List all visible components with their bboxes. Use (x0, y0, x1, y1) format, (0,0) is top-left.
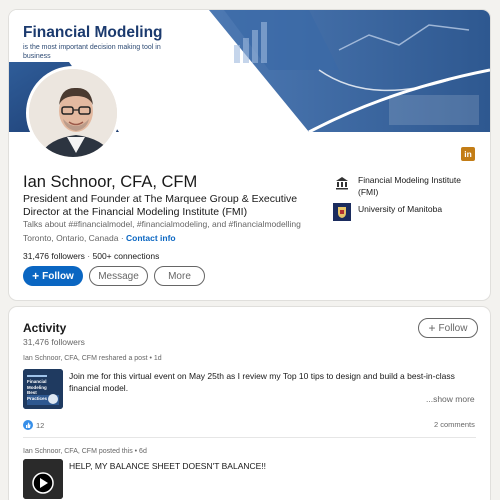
connections-count[interactable]: 500+ connections (92, 251, 159, 261)
profile-headline: President and Founder at The Marquee Gro… (23, 193, 298, 218)
post-divider (23, 437, 476, 438)
message-button[interactable]: Message (89, 266, 148, 286)
fmi-logo-icon (333, 174, 351, 192)
org-name-university: University of Manitoba (358, 204, 443, 214)
show-more-link[interactable]: ...show more (426, 394, 475, 404)
followers-count[interactable]: 31,476 followers (23, 251, 85, 261)
comments-count[interactable]: 2 comments (434, 420, 475, 429)
contact-info-link[interactable]: Contact info (126, 233, 176, 243)
more-button[interactable]: More (154, 266, 205, 286)
plus-icon: + (32, 269, 40, 283)
university-shield-icon (333, 203, 351, 221)
avatar-portrait (29, 69, 117, 157)
org-name-fmi: Financial Modeling Institute (FMI) (358, 175, 462, 197)
post-text: HELP, MY BALANCE SHEET DOESN'T BALANCE!! (69, 461, 267, 471)
post-author[interactable]: Ian Schnoor, CFA, CFM (23, 448, 97, 455)
thumbnail-title: Financial Modeling Best Practices (27, 379, 48, 401)
reaction-count: 12 (36, 420, 45, 430)
profile-name: Ian Schnoor, CFA, CFM (23, 173, 198, 191)
video-thumbnail[interactable] (23, 459, 63, 499)
profile-location: Toronto, Ontario, Canada (23, 233, 119, 243)
follow-button-label: Follow (42, 270, 74, 282)
profile-card: Financial Modeling is the most important… (9, 10, 490, 300)
banner-title: Financial Modeling (23, 24, 163, 41)
activity-card: Activity 31,476 followers + Follow Ian S… (9, 307, 490, 500)
activity-follow-button[interactable]: + Follow (418, 318, 478, 338)
profile-location-line: Toronto, Ontario, Canada · Contact info (23, 233, 176, 243)
plus-icon: + (428, 321, 436, 335)
profile-talks-about: Talks about ##financialmodel, #financial… (23, 219, 301, 229)
banner-subtitle: is the most important decision making to… (23, 44, 161, 60)
post-meta: Ian Schnoor, CFA, CFM posted this • 6d (23, 448, 147, 455)
org-education[interactable]: University of Manitoba (333, 203, 478, 221)
follow-button[interactable]: + Follow (23, 266, 83, 286)
activity-follow-label: Follow (438, 322, 468, 334)
activity-followers: 31,476 followers (23, 337, 85, 347)
org-current-company[interactable]: Financial Modeling Institute (FMI) (333, 174, 478, 198)
post-author[interactable]: Ian Schnoor, CFA, CFM (23, 355, 97, 362)
post-text: Join me for this virtual event on May 25… (69, 371, 455, 393)
linkedin-icon[interactable]: in (461, 147, 475, 161)
profile-avatar[interactable] (26, 66, 120, 160)
post-thumbnail[interactable]: Financial Modeling Best Practices (23, 369, 63, 409)
thumbs-up-icon (23, 420, 33, 430)
profile-stats: 31,476 followers · 500+ connections (23, 251, 159, 261)
activity-title: Activity (23, 321, 67, 335)
post-action: reshared a post • 1d (96, 355, 162, 362)
reactions[interactable]: 12 (23, 420, 44, 430)
post-action: posted this • 6d (96, 448, 147, 455)
post-meta: Ian Schnoor, CFA, CFM reshared a post • … (23, 355, 162, 362)
